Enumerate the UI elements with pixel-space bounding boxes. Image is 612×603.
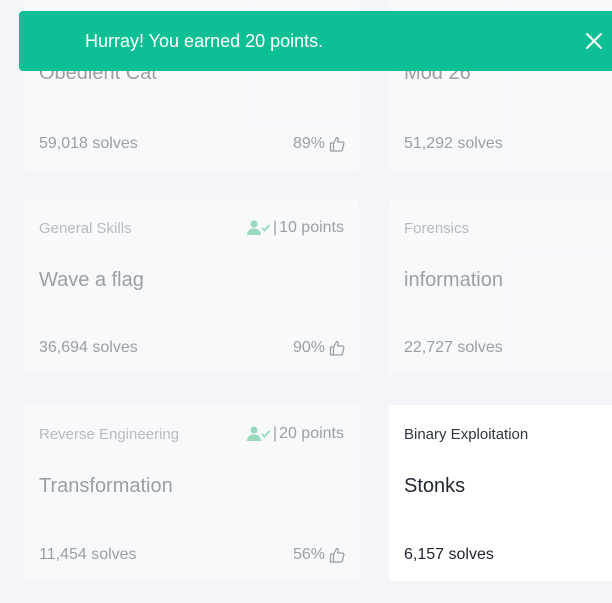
thumbs-up-icon <box>329 547 345 563</box>
challenge-solves: 11,454 solves <box>39 546 137 563</box>
points-value: 10 points <box>279 219 344 236</box>
challenge-solves: 6,157 solves <box>404 546 494 563</box>
user-check-icon <box>246 426 271 442</box>
challenge-category: Reverse Engineering <box>39 426 180 443</box>
challenge-title: Transformation <box>39 475 173 497</box>
user-check-icon <box>246 220 271 236</box>
thumbs-up-icon <box>329 136 345 152</box>
success-toast: Hurray! You earned 20 points. <box>19 11 612 71</box>
challenge-card-wave-a-flag[interactable]: General Skills | 10 points Wave a flag 3… <box>24 199 359 374</box>
challenge-solves: 59,018 solves <box>39 135 138 152</box>
rating-value: 89% <box>292 135 325 152</box>
points-value: 20 points <box>279 425 344 442</box>
challenge-rating: 90% <box>293 339 345 357</box>
challenge-card-stonks[interactable]: Binary Exploitation Stonks 6,157 solves <box>389 405 612 581</box>
challenge-solves: 22,727 solves <box>404 339 503 356</box>
challenge-title: information <box>404 269 503 291</box>
challenge-title: Stonks <box>404 475 466 497</box>
thumbs-up-icon <box>329 340 345 356</box>
challenge-solves: 36,694 solves <box>39 339 138 356</box>
challenge-solves: 51,292 solves <box>404 135 503 152</box>
challenge-category: Forensics <box>404 220 470 237</box>
challenge-card-information[interactable]: Forensics information 22,727 solves <box>389 199 612 374</box>
challenge-title: Wave a flag <box>39 269 144 291</box>
challenge-card-transformation[interactable]: Reverse Engineering | 20 points Transfor… <box>24 405 359 581</box>
challenge-rating: 56% <box>293 546 345 564</box>
toast-message: Hurray! You earned 20 points. <box>85 31 324 51</box>
challenge-category: Binary Exploitation <box>404 426 529 443</box>
challenge-category: General Skills <box>39 220 132 237</box>
rating-value: 56% <box>292 546 325 563</box>
challenge-points: | 20 points <box>246 425 344 443</box>
rating-value: 90% <box>292 339 325 356</box>
challenge-rating: 89% <box>293 135 345 153</box>
close-icon[interactable] <box>583 30 605 52</box>
challenge-points: | 10 points <box>246 219 344 237</box>
